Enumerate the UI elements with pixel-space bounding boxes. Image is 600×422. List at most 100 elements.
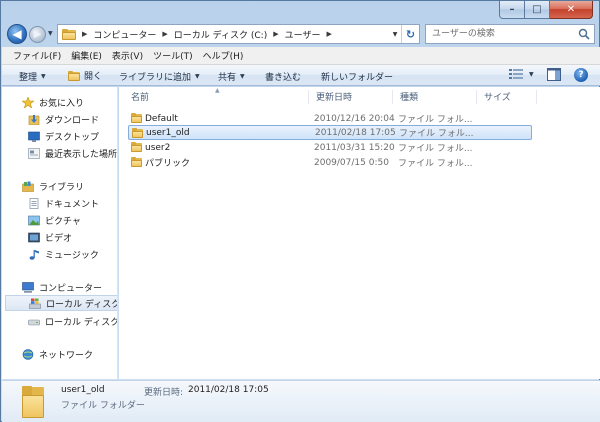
folder-icon (62, 28, 76, 40)
refresh-button[interactable]: ↻ (401, 25, 419, 43)
locked-folder-icon (131, 142, 142, 152)
file-type: ファイル フォル... (398, 159, 473, 169)
command-bar: 整理 ▼ 開く ライブラリに追加 ▼ 共有 ▼ 書き込む 新しいフォルダー ▼ … (2, 65, 600, 86)
new-folder-label: 新しいフォルダー (321, 73, 394, 83)
menu-view[interactable]: 表示(V) (107, 49, 148, 62)
preview-pane-icon[interactable] (547, 68, 561, 81)
sidebar-item-network[interactable]: ネットワーク (22, 346, 93, 362)
back-button[interactable]: ◀ (7, 24, 27, 44)
column-header-type[interactable]: 種類 (393, 90, 477, 104)
breadcrumb-separator[interactable]: ▶ (162, 30, 167, 38)
recent-pages-dropdown[interactable]: ▼ (48, 30, 54, 38)
share-button[interactable]: 共有 ▼ (218, 70, 245, 83)
sidebar-item-downloads[interactable]: ダウンロード (28, 111, 99, 127)
sidebar-item-label: ローカル ディスク ( (46, 299, 118, 310)
change-view-button[interactable]: ▼ (509, 69, 534, 80)
sidebar-item-label: コンピューター (39, 283, 103, 294)
file-name: user2 (145, 142, 171, 153)
music-icon (29, 249, 39, 260)
forward-button[interactable]: ▶ (29, 26, 46, 43)
sidebar-item-computer[interactable]: コンピューター (22, 279, 102, 295)
sidebar-item-label: ダウンロード (45, 115, 100, 126)
details-pane: user1_old ファイル フォルダー 更新日時: 2011/02/18 17… (2, 380, 600, 422)
sidebar-item-music[interactable]: ミュージック (28, 246, 99, 262)
column-header-size[interactable]: サイズ (477, 90, 537, 104)
menu-help[interactable]: ヘルプ(H) (198, 49, 249, 62)
breadcrumb-local-disk[interactable]: ローカル ディスク (C:) (174, 28, 267, 41)
maximize-button[interactable]: □ (525, 1, 550, 19)
network-icon (22, 348, 34, 360)
chevron-down-icon: ▼ (240, 73, 245, 80)
file-modified: 2010/12/16 20:04 (314, 113, 395, 124)
sidebar-item-label: 最近表示した場所 (45, 149, 118, 160)
chevron-down-icon: ▼ (41, 73, 46, 80)
chevron-down-icon: ▼ (529, 71, 534, 78)
details-item-type: ファイル フォルダー (61, 401, 145, 411)
include-in-library-label: ライブラリに追加 (119, 73, 192, 83)
sidebar-item-pictures[interactable]: ピクチャ (28, 212, 81, 228)
file-row[interactable]: Default 2010/12/16 20:04 ファイル フォル... (128, 111, 532, 126)
sidebar-item-local-disk-c[interactable]: ローカル ディスク ( (5, 295, 118, 311)
sidebar-item-label: ドキュメント (45, 199, 100, 210)
file-type: ファイル フォル... (398, 115, 473, 125)
sidebar-item-videos[interactable]: ビデオ (28, 229, 72, 245)
sidebar-item-recent-places[interactable]: 最近表示した場所 (28, 145, 117, 161)
new-folder-button[interactable]: 新しいフォルダー (321, 70, 393, 83)
details-modified-value: 2011/02/18 17:05 (188, 385, 269, 395)
sidebar-item-label: ローカル ディスク ( (45, 317, 118, 328)
address-dropdown-button[interactable]: ▼ (390, 25, 400, 43)
sidebar-item-label: ミュージック (45, 250, 99, 261)
documents-icon (29, 197, 39, 209)
sidebar-item-label: お気に入り (39, 98, 85, 109)
sidebar-item-libraries[interactable]: ライブラリ (22, 178, 84, 194)
explorer-window: – □ ✕ ◀ ▶ ▼ ▶ コンピューター ▶ ローカル ディスク (C:) ▶… (0, 0, 600, 422)
column-header-modified[interactable]: 更新日時 (309, 90, 393, 104)
star-icon (22, 96, 34, 108)
sidebar-item-desktop[interactable]: デスクトップ (28, 128, 99, 144)
minimize-button[interactable]: – (499, 1, 525, 19)
organize-label: 整理 (19, 73, 38, 83)
menu-edit[interactable]: 編集(E) (66, 49, 107, 62)
search-input[interactable] (426, 26, 576, 42)
file-row[interactable]: user2 2011/03/31 15:20 ファイル フォル... (128, 140, 532, 155)
menu-file[interactable]: ファイル(F) (2, 49, 66, 62)
share-label: 共有 (218, 73, 237, 83)
videos-icon (28, 232, 40, 242)
column-header-name[interactable]: 名前 (124, 90, 309, 104)
help-icon[interactable]: ? (574, 68, 588, 82)
chevron-down-icon: ▼ (195, 73, 200, 80)
file-name: Default (145, 113, 178, 124)
burn-label: 書き込む (265, 73, 302, 83)
breadcrumb-users[interactable]: ユーザー (285, 28, 321, 41)
menu-bar: ファイル(F) 編集(E) 表示(V) ツール(T) ヘルプ(H) (2, 47, 600, 65)
address-bar[interactable]: ▶ コンピューター ▶ ローカル ディスク (C:) ▶ ユーザー ▶ ▼ ↻ (57, 24, 420, 44)
include-in-library-button[interactable]: ライブラリに追加 ▼ (119, 70, 200, 83)
close-button[interactable]: ✕ (550, 1, 593, 19)
open-button[interactable]: 開く (68, 69, 102, 82)
breadcrumb-separator[interactable]: ▶ (273, 30, 278, 38)
file-row[interactable]: user1_old 2011/02/18 17:05 ファイル フォル... (128, 125, 532, 140)
organize-button[interactable]: 整理 ▼ (19, 70, 46, 83)
sidebar-item-documents[interactable]: ドキュメント (28, 195, 99, 211)
details-modified-label: 更新日時: (144, 388, 184, 398)
recent-places-icon (28, 147, 40, 159)
column-headers: ▲ 名前 更新日時 種類 サイズ (119, 87, 600, 107)
menu-tools[interactable]: ツール(T) (148, 49, 198, 62)
breadcrumb-separator[interactable]: ▶ (326, 30, 331, 38)
breadcrumb-computer[interactable]: コンピューター (93, 28, 156, 41)
folder-icon (131, 157, 142, 167)
search-icon[interactable] (578, 28, 590, 40)
open-label: 開く (84, 72, 103, 82)
folder-icon (68, 70, 80, 81)
pictures-icon (28, 215, 40, 225)
file-row[interactable]: パブリック 2009/07/15 0:50 ファイル フォル... (128, 155, 532, 170)
details-item-name: user1_old (61, 385, 105, 395)
breadcrumb-separator[interactable]: ▶ (82, 30, 87, 38)
search-box (425, 24, 595, 44)
file-list-pane: ▲ 名前 更新日時 種類 サイズ Default 2010/12/16 20:0… (119, 87, 600, 379)
details-view-icon (509, 69, 523, 79)
file-type: ファイル フォル... (398, 144, 473, 154)
burn-button[interactable]: 書き込む (265, 70, 301, 83)
sidebar-item-favorites[interactable]: お気に入り (22, 94, 84, 110)
sidebar-item-local-disk-d[interactable]: ローカル ディスク ( (28, 313, 118, 329)
